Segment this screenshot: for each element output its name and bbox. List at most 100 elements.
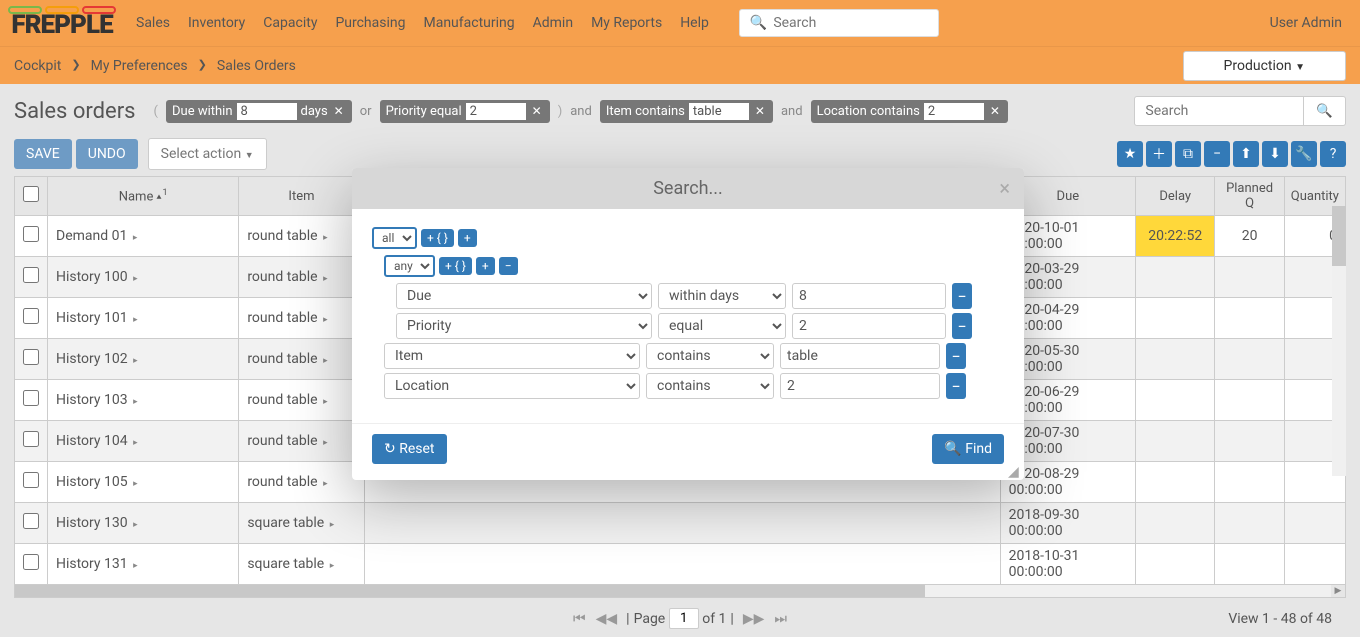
help-button[interactable]: ? [1320, 141, 1346, 167]
scroll-right-icon[interactable]: ▶ [1331, 585, 1345, 597]
find-button[interactable]: 🔍 Find [932, 434, 1004, 464]
reset-button[interactable]: ↻ Reset [372, 434, 447, 464]
cell-quantity[interactable] [1284, 544, 1345, 585]
cell-item[interactable]: square table ▸ [239, 503, 364, 544]
cell-name[interactable]: Demand 01 ▸ [48, 216, 239, 257]
filter-chip-location[interactable]: Location contains ✕ [811, 100, 1008, 123]
settings-button[interactable]: 🔧 [1291, 141, 1317, 167]
add-group-button[interactable]: + { } [439, 257, 472, 275]
cell-due[interactable]: 2018-10-31 00:00:00 [1000, 544, 1135, 585]
breadcrumb-item[interactable]: Cockpit [14, 58, 61, 74]
col-name[interactable]: Name1 [48, 177, 239, 216]
remove-filter-icon[interactable]: ✕ [332, 104, 346, 118]
filter-location-value[interactable] [924, 103, 984, 120]
delete-rule-button[interactable]: − [946, 373, 966, 399]
row-checkbox[interactable] [23, 267, 39, 283]
delete-rule-button[interactable]: − [952, 283, 972, 309]
table-row[interactable]: History 131 ▸square table ▸2018-10-31 00… [15, 544, 1346, 585]
filter-priority-value[interactable] [466, 103, 526, 120]
col-planned[interactable]: Planned Q [1215, 177, 1284, 216]
cell-due[interactable]: 2018-09-30 00:00:00 [1000, 503, 1135, 544]
delete-rule-button[interactable]: − [946, 343, 966, 369]
global-search[interactable]: 🔍 [739, 9, 939, 37]
row-checkbox[interactable] [23, 308, 39, 324]
nav-sales[interactable]: Sales [136, 15, 170, 31]
filter-chip-priority[interactable]: Priority equal ✕ [380, 100, 550, 123]
select-all-checkbox[interactable] [23, 186, 39, 202]
prev-page-icon[interactable]: ◀◀ [591, 611, 623, 627]
add-rule-button[interactable]: + [476, 257, 495, 275]
cell-name[interactable]: History 131 ▸ [48, 544, 239, 585]
nav-help[interactable]: Help [680, 15, 709, 31]
row-checkbox[interactable] [23, 226, 39, 242]
first-page-icon[interactable]: ⏮ [568, 611, 591, 627]
cell-planned[interactable] [1215, 462, 1284, 503]
vertical-scrollbar[interactable] [1332, 206, 1346, 476]
nav-admin[interactable]: Admin [533, 15, 573, 31]
col-checkbox[interactable] [15, 177, 48, 216]
table-row[interactable]: History 130 ▸square table ▸ 2018-09-30 00… [15, 503, 1346, 544]
breadcrumb-item[interactable]: Sales Orders [217, 58, 296, 74]
select-action-dropdown[interactable]: Select action ▼ [148, 138, 267, 170]
save-button[interactable]: SAVE [14, 139, 72, 169]
logo[interactable]: FREPPLE [8, 6, 116, 40]
cell-delay[interactable]: 20:22:52 [1136, 216, 1215, 257]
cell-delay[interactable] [1136, 544, 1215, 585]
nav-purchasing[interactable]: Purchasing [335, 15, 405, 31]
filter-due-value[interactable] [237, 103, 297, 120]
scroll-thumb[interactable] [1332, 206, 1346, 266]
table-search-input[interactable] [1134, 96, 1304, 126]
cell-item[interactable]: round table ▸ [239, 339, 364, 380]
rule-operator-select[interactable]: within days [658, 283, 786, 309]
upload-button[interactable]: ⬆ [1233, 141, 1259, 167]
group-operator-select[interactable]: any [384, 255, 435, 277]
cell-item[interactable]: round table ▸ [239, 257, 364, 298]
filter-chip-due[interactable]: Due within days ✕ [166, 100, 352, 123]
cell-name[interactable]: History 130 ▸ [48, 503, 239, 544]
add-button[interactable]: ＋ [1146, 141, 1172, 167]
cell-name[interactable]: History 104 ▸ [48, 421, 239, 462]
cell-item[interactable]: round table ▸ [239, 216, 364, 257]
download-button[interactable]: ⬇ [1262, 141, 1288, 167]
page-number-input[interactable] [669, 608, 699, 629]
cell-name[interactable]: History 102 ▸ [48, 339, 239, 380]
rule-operator-select[interactable]: equal [658, 313, 786, 339]
add-rule-button[interactable]: + [458, 229, 477, 247]
row-checkbox[interactable] [23, 472, 39, 488]
cell-planned[interactable] [1215, 339, 1284, 380]
resize-handle[interactable]: ◢ [1008, 464, 1022, 478]
add-group-button[interactable]: + { } [421, 229, 454, 247]
breadcrumb-item[interactable]: My Preferences [91, 58, 188, 74]
cell-name[interactable]: History 103 ▸ [48, 380, 239, 421]
row-checkbox[interactable] [23, 554, 39, 570]
cell-delay[interactable] [1136, 462, 1215, 503]
cell-delay[interactable] [1136, 298, 1215, 339]
cell-item[interactable]: round table ▸ [239, 298, 364, 339]
cell-delay[interactable] [1136, 339, 1215, 380]
rule-value-input[interactable] [792, 313, 946, 339]
nav-inventory[interactable]: Inventory [188, 15, 245, 31]
nav-myreports[interactable]: My Reports [591, 15, 662, 31]
cell-planned[interactable] [1215, 421, 1284, 462]
cell-item[interactable]: round table ▸ [239, 462, 364, 503]
cell-name[interactable]: History 105 ▸ [48, 462, 239, 503]
row-checkbox[interactable] [23, 349, 39, 365]
cell-name[interactable]: History 101 ▸ [48, 298, 239, 339]
next-page-icon[interactable]: ▶▶ [738, 611, 770, 627]
remove-filter-icon[interactable]: ✕ [530, 104, 544, 118]
remove-group-button[interactable]: − [499, 257, 518, 275]
scroll-thumb[interactable] [15, 585, 925, 597]
last-page-icon[interactable]: ⏭ [769, 611, 792, 627]
rule-value-input[interactable] [780, 343, 940, 369]
horizontal-scrollbar[interactable]: ◀ ▶ [14, 584, 1346, 598]
favorite-button[interactable]: ★ [1117, 141, 1143, 167]
undo-button[interactable]: UNDO [76, 139, 138, 169]
scenario-dropdown[interactable]: Production ▼ [1183, 51, 1346, 81]
col-item[interactable]: Item [239, 177, 364, 216]
cell-delay[interactable] [1136, 503, 1215, 544]
rule-field-select[interactable]: Item [384, 343, 640, 369]
rule-operator-select[interactable]: contains [646, 373, 774, 399]
rule-field-select[interactable]: Due [396, 283, 652, 309]
nav-capacity[interactable]: Capacity [263, 15, 317, 31]
cell-delay[interactable] [1136, 380, 1215, 421]
